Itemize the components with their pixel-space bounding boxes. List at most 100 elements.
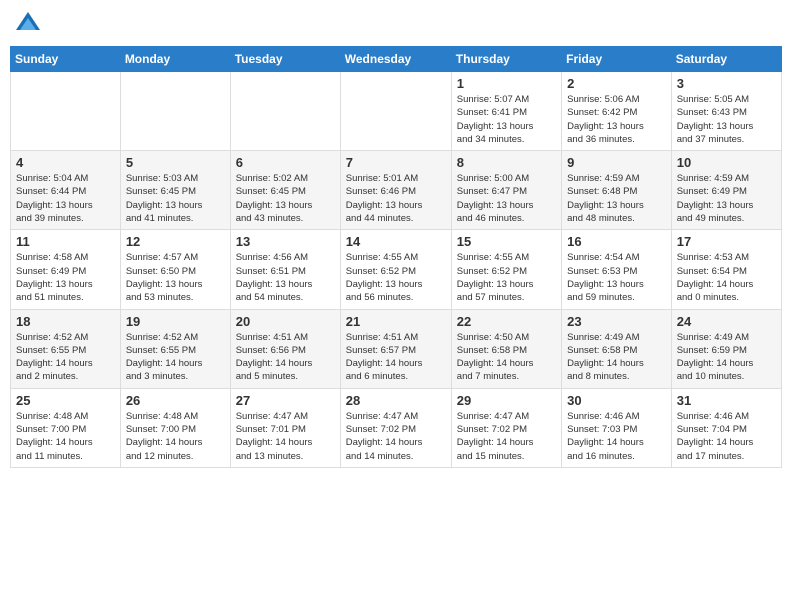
day-number: 5 [126,155,225,170]
day-number: 2 [567,76,666,91]
day-info: Sunrise: 5:00 AMSunset: 6:47 PMDaylight:… [457,172,556,225]
calendar-week-row: 18 Sunrise: 4:52 AMSunset: 6:55 PMDayligh… [11,309,782,388]
day-number: 13 [236,234,335,249]
calendar-cell: 23Sunrise: 4:49 AMSunset: 6:58 PMDayligh… [562,309,672,388]
day-number: 8 [457,155,556,170]
calendar-cell [120,72,230,151]
calendar-cell [11,72,121,151]
calendar-cell [230,72,340,151]
weekday-header-saturday: Saturday [671,47,781,72]
day-number: 30 [567,393,666,408]
calendar-cell: 14Sunrise: 4:55 AMSunset: 6:52 PMDayligh… [340,230,451,309]
day-number: 18 [16,314,115,329]
calendar-cell: 18 Sunrise: 4:52 AMSunset: 6:55 PMDayligh… [11,309,121,388]
day-info: Sunrise: 4:46 AMSunset: 7:03 PMDaylight:… [567,410,666,463]
day-info: Sunrise: 4:49 AMSunset: 6:58 PMDaylight:… [567,331,666,384]
day-info: Sunrise: 4:48 AMSunset: 7:00 PMDaylight:… [126,410,225,463]
calendar-body: 1 Sunrise: 5:07 AMSunset: 6:41 PMDaylight… [11,72,782,468]
calendar-cell: 1 Sunrise: 5:07 AMSunset: 6:41 PMDaylight… [451,72,561,151]
day-number: 15 [457,234,556,249]
day-info: Sunrise: 4:51 AMSunset: 6:56 PMDaylight:… [236,331,335,384]
day-number: 4 [16,155,115,170]
calendar-cell: 11Sunrise: 4:58 AMSunset: 6:49 PMDayligh… [11,230,121,309]
day-number: 28 [346,393,446,408]
calendar-cell: 7Sunrise: 5:01 AMSunset: 6:46 PMDaylight… [340,151,451,230]
calendar-cell: 17 Sunrise: 4:53 AMSunset: 6:54 PMDayligh… [671,230,781,309]
day-info: Sunrise: 5:06 AMSunset: 6:42 PMDaylight:… [567,93,666,146]
calendar-cell: 10 Sunrise: 4:59 AMSunset: 6:49 PMDayligh… [671,151,781,230]
day-info: Sunrise: 4:59 AMSunset: 6:48 PMDaylight:… [567,172,666,225]
calendar-cell: 22Sunrise: 4:50 AMSunset: 6:58 PMDayligh… [451,309,561,388]
day-number: 16 [567,234,666,249]
day-info: Sunrise: 5:07 AMSunset: 6:41 PMDaylight:… [457,93,556,146]
calendar-cell: 15Sunrise: 4:55 AMSunset: 6:52 PMDayligh… [451,230,561,309]
calendar-cell: 25 Sunrise: 4:48 AMSunset: 7:00 PMDayligh… [11,388,121,467]
page-header [10,10,782,38]
day-info: Sunrise: 4:56 AMSunset: 6:51 PMDaylight:… [236,251,335,304]
day-number: 29 [457,393,556,408]
day-info: Sunrise: 5:03 AMSunset: 6:45 PMDaylight:… [126,172,225,225]
day-number: 31 [677,393,776,408]
day-number: 10 [677,155,776,170]
calendar-cell: 28 Sunrise: 4:47 AMSunset: 7:02 PMDayligh… [340,388,451,467]
calendar-cell: 6 Sunrise: 5:02 AMSunset: 6:45 PMDaylight… [230,151,340,230]
day-info: Sunrise: 4:54 AMSunset: 6:53 PMDaylight:… [567,251,666,304]
calendar-cell: 12Sunrise: 4:57 AMSunset: 6:50 PMDayligh… [120,230,230,309]
day-number: 1 [457,76,556,91]
calendar-cell: 27 Sunrise: 4:47 AMSunset: 7:01 PMDayligh… [230,388,340,467]
day-info: Sunrise: 5:04 AMSunset: 6:44 PMDaylight:… [16,172,115,225]
day-info: Sunrise: 4:47 AMSunset: 7:02 PMDaylight:… [346,410,446,463]
calendar-cell: 21 Sunrise: 4:51 AMSunset: 6:57 PMDayligh… [340,309,451,388]
calendar-cell: 13 Sunrise: 4:56 AMSunset: 6:51 PMDayligh… [230,230,340,309]
day-number: 20 [236,314,335,329]
calendar-table: SundayMondayTuesdayWednesdayThursdayFrid… [10,46,782,468]
day-info: Sunrise: 4:49 AMSunset: 6:59 PMDaylight:… [677,331,776,384]
day-number: 3 [677,76,776,91]
day-info: Sunrise: 4:51 AMSunset: 6:57 PMDaylight:… [346,331,446,384]
day-number: 26 [126,393,225,408]
day-number: 17 [677,234,776,249]
day-number: 7 [346,155,446,170]
calendar-cell [340,72,451,151]
day-number: 14 [346,234,446,249]
day-info: Sunrise: 5:05 AMSunset: 6:43 PMDaylight:… [677,93,776,146]
logo-icon [14,10,42,38]
calendar-cell: 20 Sunrise: 4:51 AMSunset: 6:56 PMDayligh… [230,309,340,388]
calendar-week-row: 4 Sunrise: 5:04 AMSunset: 6:44 PMDaylight… [11,151,782,230]
day-info: Sunrise: 4:52 AMSunset: 6:55 PMDaylight:… [16,331,115,384]
calendar-header: SundayMondayTuesdayWednesdayThursdayFrid… [11,47,782,72]
day-info: Sunrise: 4:52 AMSunset: 6:55 PMDaylight:… [126,331,225,384]
calendar-cell: 5 Sunrise: 5:03 AMSunset: 6:45 PMDaylight… [120,151,230,230]
calendar-cell: 9 Sunrise: 4:59 AMSunset: 6:48 PMDaylight… [562,151,672,230]
calendar-week-row: 25 Sunrise: 4:48 AMSunset: 7:00 PMDayligh… [11,388,782,467]
day-number: 9 [567,155,666,170]
calendar-cell: 24Sunrise: 4:49 AMSunset: 6:59 PMDayligh… [671,309,781,388]
day-info: Sunrise: 4:53 AMSunset: 6:54 PMDaylight:… [677,251,776,304]
day-info: Sunrise: 4:46 AMSunset: 7:04 PMDaylight:… [677,410,776,463]
day-number: 25 [16,393,115,408]
logo [14,10,46,38]
weekday-header-tuesday: Tuesday [230,47,340,72]
day-number: 21 [346,314,446,329]
calendar-cell: 8 Sunrise: 5:00 AMSunset: 6:47 PMDaylight… [451,151,561,230]
calendar-cell: 3 Sunrise: 5:05 AMSunset: 6:43 PMDaylight… [671,72,781,151]
day-info: Sunrise: 4:47 AMSunset: 7:02 PMDaylight:… [457,410,556,463]
calendar-cell: 2 Sunrise: 5:06 AMSunset: 6:42 PMDaylight… [562,72,672,151]
calendar-cell: 26 Sunrise: 4:48 AMSunset: 7:00 PMDayligh… [120,388,230,467]
day-number: 12 [126,234,225,249]
day-info: Sunrise: 4:58 AMSunset: 6:49 PMDaylight:… [16,251,115,304]
day-info: Sunrise: 4:47 AMSunset: 7:01 PMDaylight:… [236,410,335,463]
calendar-cell: 31 Sunrise: 4:46 AMSunset: 7:04 PMDayligh… [671,388,781,467]
weekday-header-sunday: Sunday [11,47,121,72]
day-info: Sunrise: 4:48 AMSunset: 7:00 PMDaylight:… [16,410,115,463]
day-info: Sunrise: 4:59 AMSunset: 6:49 PMDaylight:… [677,172,776,225]
weekday-header-wednesday: Wednesday [340,47,451,72]
calendar-week-row: 11Sunrise: 4:58 AMSunset: 6:49 PMDayligh… [11,230,782,309]
weekday-header-thursday: Thursday [451,47,561,72]
day-number: 6 [236,155,335,170]
day-info: Sunrise: 4:50 AMSunset: 6:58 PMDaylight:… [457,331,556,384]
day-info: Sunrise: 5:02 AMSunset: 6:45 PMDaylight:… [236,172,335,225]
weekday-header-row: SundayMondayTuesdayWednesdayThursdayFrid… [11,47,782,72]
calendar-cell: 4 Sunrise: 5:04 AMSunset: 6:44 PMDaylight… [11,151,121,230]
day-number: 27 [236,393,335,408]
